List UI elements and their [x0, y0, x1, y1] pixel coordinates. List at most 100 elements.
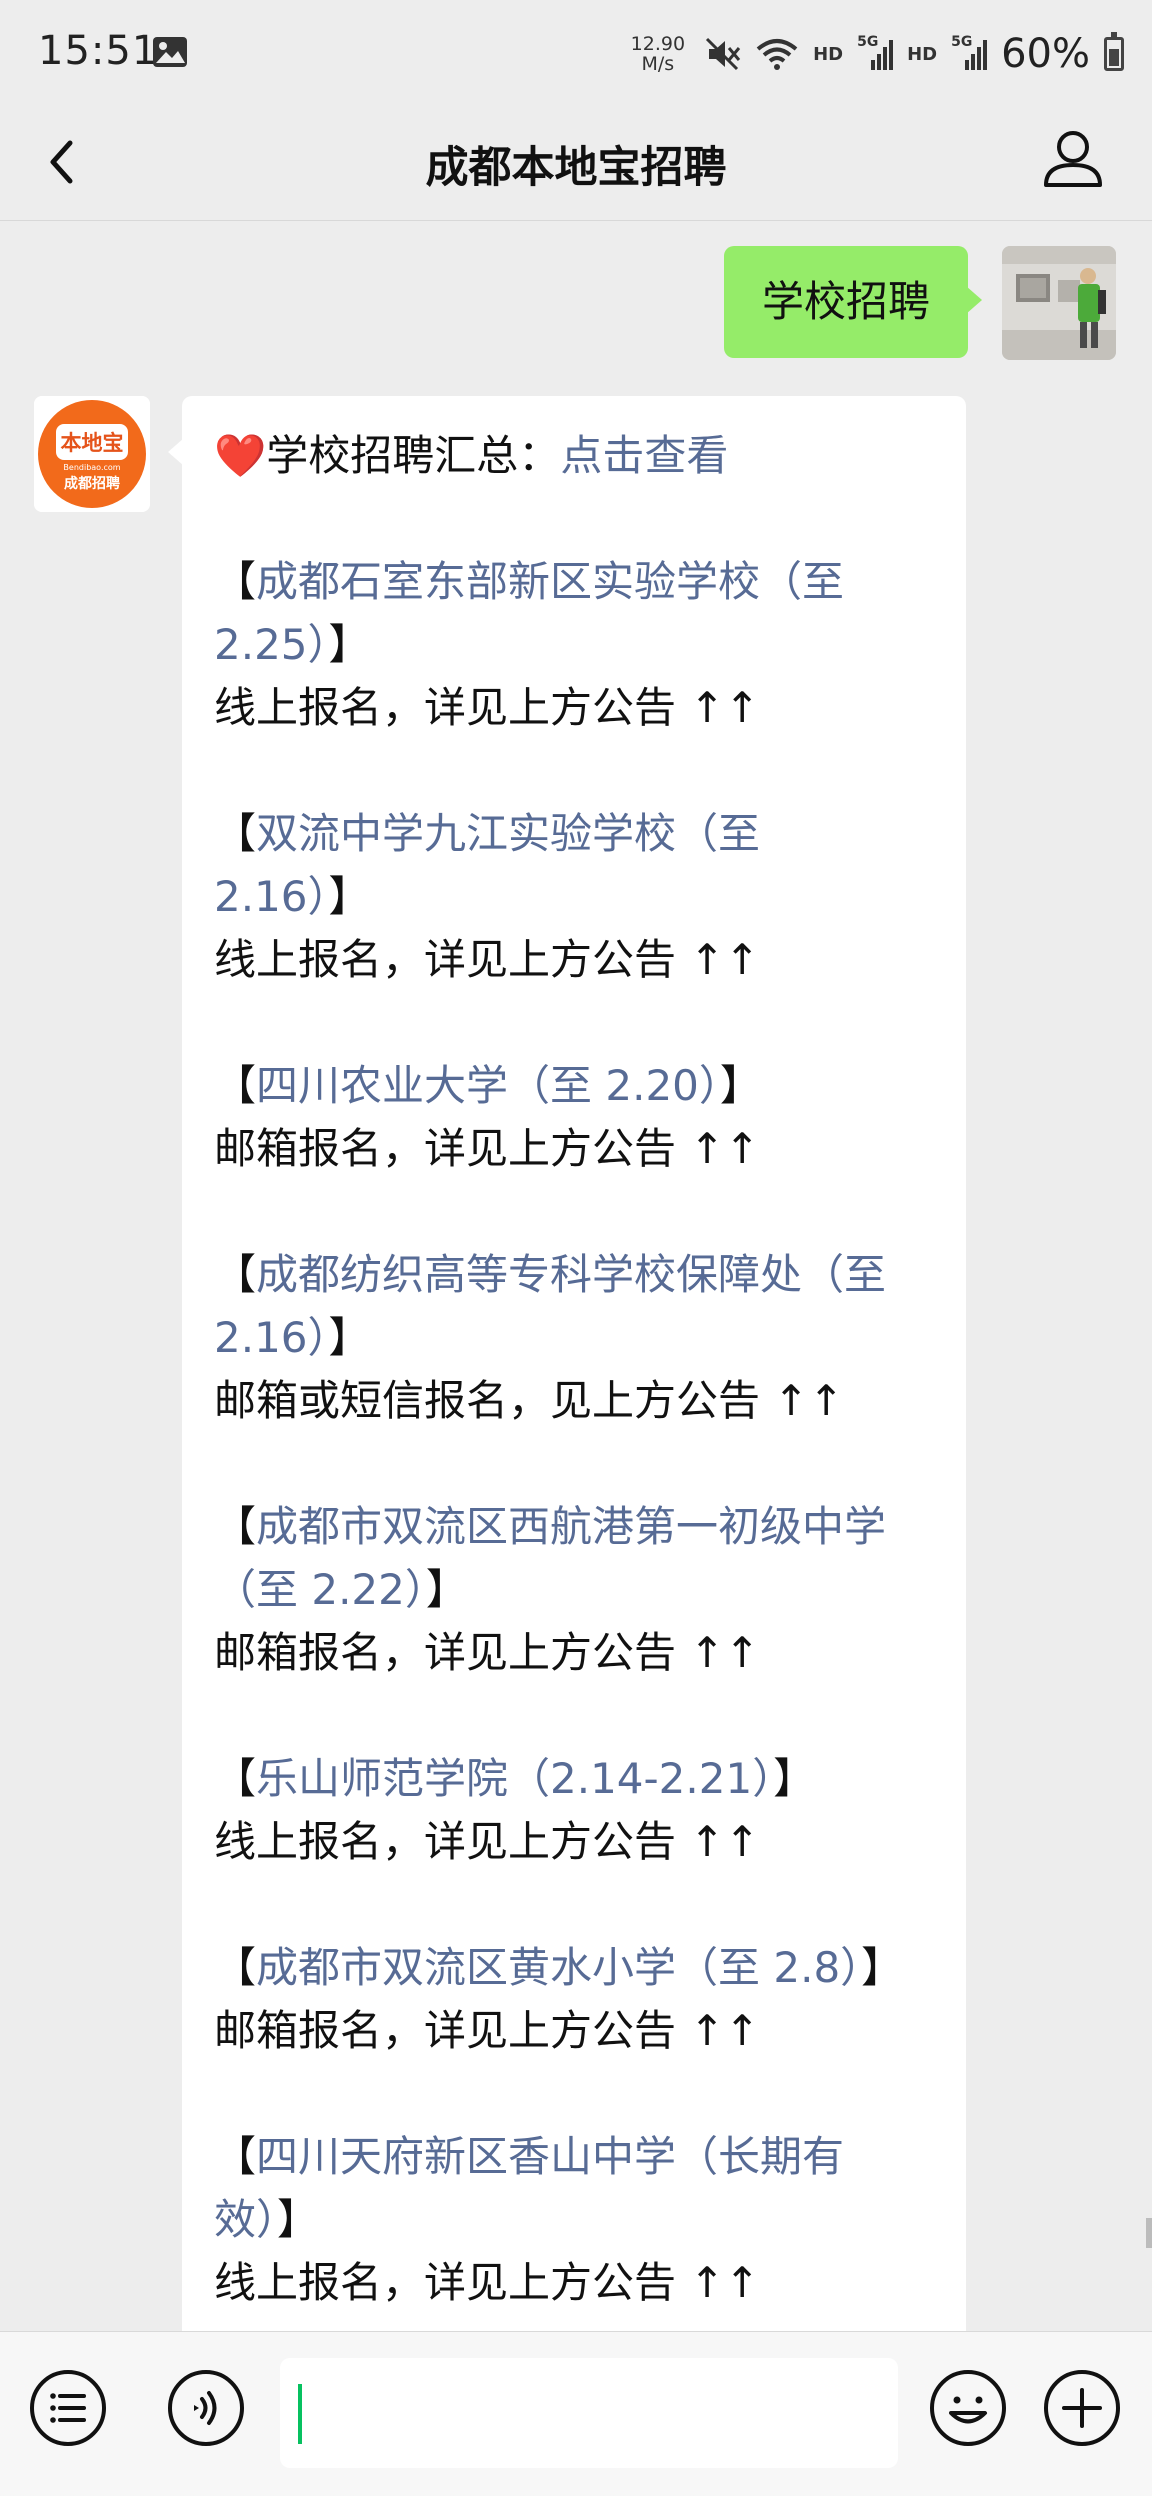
job-title-line: 【成都石室东部新区实验学校（至: [214, 550, 936, 613]
bracket-open: 【: [214, 809, 257, 858]
job-desc: 邮箱报名，详见上方公告 ↑↑: [214, 1124, 760, 1173]
bracket-close: 】: [277, 2195, 320, 2244]
job-title-line: （至 2.22）】: [214, 1558, 936, 1621]
bracket-open: 【: [214, 1502, 257, 1551]
bracket-open: 【: [214, 1754, 257, 1803]
job-desc: 线上报名，详见上方公告 ↑↑: [214, 683, 760, 732]
bracket-close: 】: [328, 872, 371, 921]
chat-area[interactable]: 学校招聘 本地宝 Bendibao.com 成都招聘 ❤️学校招聘汇总：点击查看…: [0, 221, 1152, 2331]
logo-subtitle-text: 成都招聘: [64, 475, 120, 492]
title-bar: 成都本地宝招聘: [0, 105, 1152, 221]
job-title-line: 2.16）】: [214, 1306, 936, 1369]
bracket-close: 】: [719, 1061, 762, 1110]
job-desc: 邮箱或短信报名，见上方公告 ↑↑: [214, 1376, 844, 1425]
bracket-close: 】: [328, 1313, 371, 1362]
summary-label: 学校招聘汇总：: [266, 431, 561, 480]
job-title-line: 【成都市双流区西航港第一初级中学: [214, 1495, 936, 1558]
person-icon[interactable]: [1040, 123, 1106, 193]
user-avatar-image: [1002, 246, 1116, 360]
battery-fill: [1109, 49, 1119, 66]
network-type-label: 5G: [951, 34, 973, 50]
bot-avatar[interactable]: 本地宝 Bendibao.com 成都招聘: [34, 396, 150, 512]
hd-badge: HD: [813, 43, 844, 65]
job-title-line: 【四川天府新区香山中学（长期有: [214, 2125, 936, 2188]
user-message: 学校招聘: [723, 246, 1116, 360]
summary-link[interactable]: 点击查看: [560, 431, 728, 480]
chat-screen: 15:51 12.90 M/s HD 5G HD 5G 60% 成都本地宝招聘 …: [0, 0, 1152, 2496]
job-title-line: 【成都纺织高等专科学校保障处（至: [214, 1243, 936, 1306]
job-title-line: 2.16）】: [214, 865, 936, 928]
job-link-continued[interactable]: （至 2.22）: [214, 1565, 426, 1614]
job-link[interactable]: 四川天府新区香山中学（长期有: [256, 2132, 844, 2181]
job-entry: 【四川农业大学（至 2.20）】 邮箱报名，详见上方公告 ↑↑: [214, 1054, 936, 1180]
plus-icon[interactable]: [1040, 2366, 1124, 2450]
user-avatar[interactable]: [1002, 246, 1116, 360]
job-link[interactable]: 双流中学九江实验学校（至: [256, 809, 760, 858]
bracket-open: 【: [214, 557, 257, 606]
bracket-open: 【: [214, 2132, 257, 2181]
job-desc: 线上报名，详见上方公告 ↑↑: [214, 2258, 760, 2307]
network-type-label: 5G: [857, 34, 879, 50]
job-link[interactable]: 四川农业大学（至 2.20）: [256, 1061, 720, 1110]
status-bar: 15:51 12.90 M/s HD 5G HD 5G 60%: [0, 0, 1152, 105]
job-entry: 【四川天府新区香山中学（长期有 效）】 线上报名，详见上方公告 ↑↑: [214, 2125, 936, 2314]
summary-line: ❤️学校招聘汇总：点击查看: [214, 424, 936, 487]
hd-badge: HD: [907, 43, 938, 65]
job-entry: 【成都石室东部新区实验学校（至 2.25）】 线上报名，详见上方公告 ↑↑: [214, 550, 936, 739]
smiley-icon[interactable]: [926, 2366, 1010, 2450]
job-title-line: 【成都市双流区黄水小学（至 2.8）】: [214, 1936, 936, 1999]
network-speed: 12.90 M/s: [631, 34, 685, 74]
bracket-open: 【: [214, 1061, 257, 1110]
job-title-line: 【乐山师范学院（2.14-2.21）】: [214, 1747, 936, 1810]
list-icon[interactable]: [26, 2366, 110, 2450]
user-message-bubble[interactable]: 学校招聘: [723, 246, 983, 358]
job-desc: 线上报名，详见上方公告 ↑↑: [214, 935, 760, 984]
job-link-continued[interactable]: 2.16）: [214, 1313, 329, 1362]
bracket-close: 】: [861, 1943, 904, 1992]
job-link[interactable]: 成都纺织高等专科学校保障处（至: [256, 1250, 886, 1299]
mute-icon: [706, 37, 741, 71]
job-title-line: 效）】: [214, 2188, 936, 2251]
job-link-continued[interactable]: 2.25）: [214, 620, 329, 669]
voice-icon[interactable]: [164, 2366, 248, 2450]
job-title-line: 【双流中学九江实验学校（至: [214, 802, 936, 865]
network-speed-value: 12.90: [630, 33, 686, 55]
job-entry: 【成都纺织高等专科学校保障处（至 2.16）】 邮箱或短信报名，见上方公告 ↑↑: [214, 1243, 936, 1432]
bracket-open: 【: [214, 1943, 257, 1992]
job-link-continued[interactable]: 效）: [214, 2195, 277, 2244]
message-input[interactable]: [280, 2358, 898, 2468]
job-entry: 【乐山师范学院（2.14-2.21）】 线上报名，详见上方公告 ↑↑: [214, 1747, 936, 1873]
bracket-open: 【: [214, 1250, 257, 1299]
job-desc: 邮箱报名，详见上方公告 ↑↑: [214, 2006, 760, 2055]
job-link-continued[interactable]: 2.16）: [214, 872, 329, 921]
text-caret: [298, 2384, 302, 2444]
job-link[interactable]: 成都石室东部新区实验学校（至: [256, 557, 844, 606]
bracket-close: 】: [425, 1565, 468, 1614]
logo-title-text: 本地宝: [61, 431, 124, 455]
signal-icon: 5G: [951, 34, 988, 72]
job-link[interactable]: 乐山师范学院（2.14-2.21）: [256, 1754, 773, 1803]
status-time: 15:51: [38, 28, 159, 74]
job-entry: 【双流中学九江实验学校（至 2.16）】 线上报名，详见上方公告 ↑↑: [214, 802, 936, 991]
job-title-line: 2.25）】: [214, 613, 936, 676]
job-desc: 线上报名，详见上方公告 ↑↑: [214, 1817, 760, 1866]
bendibao-logo: 本地宝 Bendibao.com 成都招聘: [34, 396, 150, 512]
job-link[interactable]: 成都市双流区西航港第一初级中学: [256, 1502, 886, 1551]
bot-message-bubble[interactable]: ❤️学校招聘汇总：点击查看 【成都石室东部新区实验学校（至 2.25）】 线上报…: [168, 396, 966, 2331]
job-desc: 邮箱报名，详见上方公告 ↑↑: [214, 1628, 760, 1677]
job-link[interactable]: 成都市双流区黄水小学（至 2.8）: [256, 1943, 861, 1992]
job-title-line: 【四川农业大学（至 2.20）】: [214, 1054, 936, 1117]
input-bar: [0, 2331, 1152, 2496]
signal-icon: 5G: [857, 34, 894, 72]
scroll-indicator[interactable]: [1146, 2218, 1152, 2248]
battery-icon: [1104, 32, 1124, 71]
page-title: 成都本地宝招聘: [425, 143, 727, 193]
network-speed-unit: M/s: [641, 53, 675, 75]
